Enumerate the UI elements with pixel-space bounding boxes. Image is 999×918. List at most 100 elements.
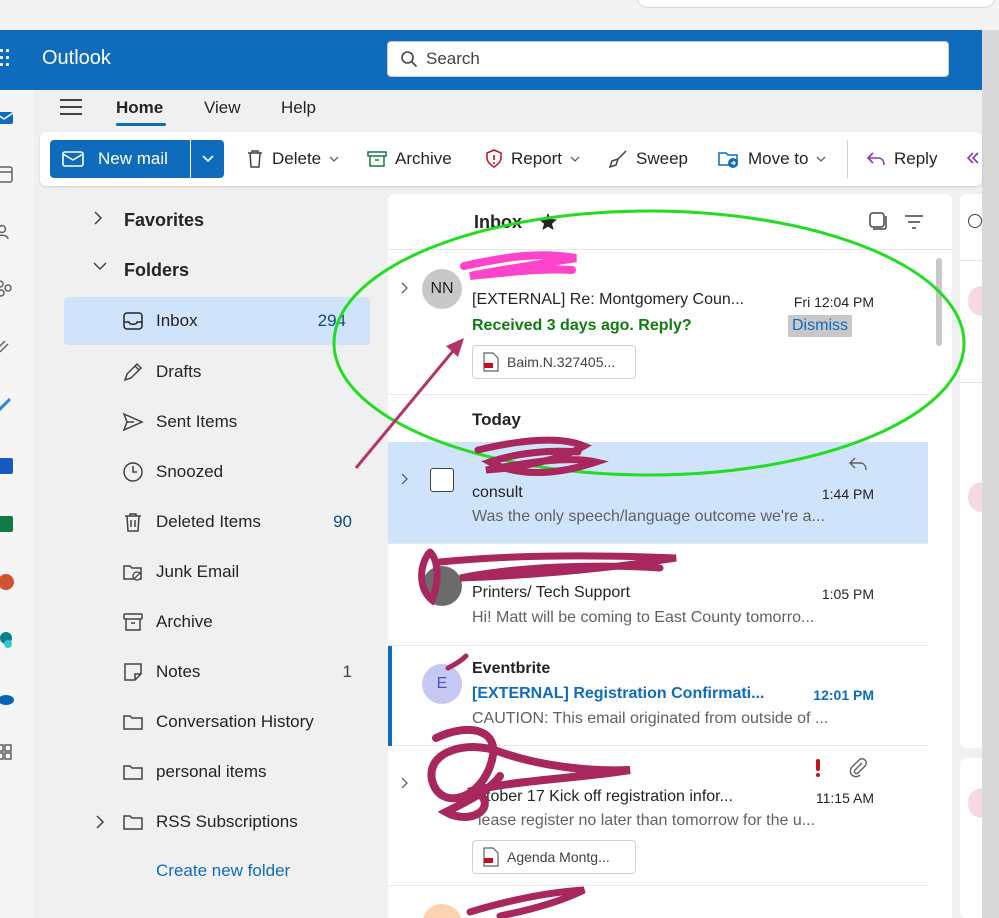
star-icon[interactable] [538, 212, 558, 232]
message-row[interactable] [388, 886, 928, 918]
trash-icon [125, 513, 141, 532]
favorites-header[interactable]: Favorites [34, 196, 384, 244]
groups-app-icon[interactable] [0, 278, 14, 298]
folder-notes[interactable]: Notes 1 [34, 648, 384, 696]
folder-conversation-history[interactable]: Conversation History [34, 698, 384, 746]
unread-indicator [388, 646, 392, 746]
folder-move-icon [718, 152, 738, 168]
word-app-icon[interactable] [0, 456, 14, 476]
chevron-right-icon[interactable] [400, 281, 410, 295]
avatar: NN [422, 269, 462, 309]
folder-pane: Favorites Folders Inbox 294 Drafts Sent … [34, 190, 384, 918]
folder-name: Notes [156, 662, 201, 681]
tab-help[interactable]: Help [281, 98, 316, 118]
new-mail-button[interactable]: New mail [50, 140, 190, 178]
powerpoint-app-icon[interactable] [0, 572, 14, 592]
message-row[interactable]: Printers/ Tech Support 1:05 PM Hi! Matt … [388, 544, 928, 646]
message-row-unread[interactable]: E Eventbrite [EXTERNAL] Registration Con… [388, 646, 928, 746]
dismiss-button[interactable]: Dismiss [788, 315, 852, 337]
folder-archive[interactable]: Archive [34, 598, 384, 646]
message-list-header: Inbox [388, 194, 952, 250]
tab-home[interactable]: Home [116, 98, 163, 118]
attachment-chip[interactable]: Baim.N.327405... [472, 345, 636, 379]
hamburger-menu-icon[interactable] [60, 99, 82, 117]
browser-address-pill[interactable] [636, 0, 996, 8]
folders-label: Folders [124, 259, 190, 280]
folder-name: personal items [156, 762, 267, 781]
people-app-icon[interactable] [0, 222, 14, 242]
folder-inbox[interactable]: Inbox 294 [64, 297, 370, 345]
message-row-selected[interactable]: consult 1:44 PM Was the only speech/lang… [388, 442, 928, 544]
delete-button[interactable]: Delete [246, 146, 339, 172]
search-box[interactable]: Search [387, 41, 949, 77]
sharepoint-app-icon[interactable] [0, 630, 14, 650]
create-new-folder-link[interactable]: Create new folder [156, 861, 290, 881]
attachment-app-icon[interactable] [0, 338, 14, 358]
folder-drafts[interactable]: Drafts [34, 348, 384, 396]
attachment-chip[interactable]: Agenda Montg... [472, 840, 636, 874]
attachment-name: Baim.N.327405... [507, 354, 616, 370]
select-all-icon[interactable] [868, 211, 888, 231]
archive-label: Archive [395, 149, 452, 168]
onedrive-app-icon[interactable] [0, 688, 14, 708]
reading-pane-lower [960, 758, 982, 918]
report-button[interactable]: Report [485, 146, 580, 172]
todo-app-icon[interactable] [0, 396, 14, 416]
message-subject: [EXTERNAL] Re: Montgomery Coun... [472, 291, 745, 308]
folder-snoozed[interactable]: Snoozed [34, 448, 384, 496]
avatar [968, 286, 982, 316]
clock-icon [123, 462, 143, 482]
folder-sent-items[interactable]: Sent Items [34, 398, 384, 446]
replied-icon [849, 457, 867, 471]
note-icon [124, 663, 142, 681]
message-row-nudge[interactable]: NN [EXTERNAL] Re: Montgomery Coun... Fri… [388, 251, 928, 395]
new-mail-dropdown[interactable] [191, 140, 224, 178]
folders-header[interactable]: Folders [34, 246, 384, 294]
attachment-name: Agenda Montg... [507, 849, 610, 865]
reply-icon [866, 152, 885, 166]
message-preview: Was the only speech/language outcome we'… [472, 508, 825, 525]
reply-all-icon[interactable] [966, 150, 982, 168]
chevron-right-icon[interactable] [400, 776, 410, 790]
search-placeholder: Search [426, 49, 480, 68]
browser-top-strip [0, 0, 999, 30]
chevron-down-icon [570, 156, 580, 162]
avatar [422, 904, 462, 918]
divider [960, 382, 982, 383]
chevron-down-icon [93, 262, 107, 271]
calendar-app-icon[interactable] [0, 164, 14, 184]
chevron-down-icon [201, 155, 214, 163]
app-rail [0, 90, 34, 918]
folder-rss-subscriptions[interactable]: RSS Subscriptions [34, 798, 384, 846]
folder-name: Sent Items [156, 412, 238, 431]
folder-personal-items[interactable]: personal items [34, 748, 384, 796]
avatar [968, 788, 982, 818]
unread-count: 90 [333, 512, 352, 531]
excel-app-icon[interactable] [0, 514, 14, 534]
message-list: Inbox NN [EXTERNAL] Re: Montgomery Coun.… [388, 194, 952, 918]
message-row[interactable]: ctober 17 Kick off registration infor...… [388, 746, 928, 886]
filter-icon[interactable] [904, 214, 924, 230]
scrollbar-thumb[interactable] [936, 258, 942, 346]
app-launcher-icon[interactable] [0, 49, 14, 71]
select-checkbox[interactable] [430, 468, 454, 492]
folder-name: Archive [156, 612, 213, 631]
mail-app-icon[interactable] [0, 108, 14, 128]
archive-icon [367, 151, 387, 167]
folder-deleted-items[interactable]: Deleted Items 90 [34, 498, 384, 546]
move-to-button[interactable]: Move to [718, 146, 826, 172]
junk-folder-icon [123, 565, 142, 581]
pdf-file-icon [483, 847, 499, 867]
folder-junk-email[interactable]: Junk Email [34, 548, 384, 596]
tab-view[interactable]: View [204, 98, 241, 118]
archive-button[interactable]: Archive [367, 146, 452, 172]
reply-label: Reply [894, 149, 938, 168]
message-subject: Printers/ Tech Support [472, 584, 631, 601]
chevron-right-icon[interactable] [400, 472, 410, 486]
archive-icon [123, 613, 143, 631]
more-apps-icon[interactable] [0, 742, 14, 762]
sweep-button[interactable]: Sweep [608, 146, 688, 172]
folder-name: Snoozed [156, 462, 224, 481]
reply-button[interactable]: Reply [866, 146, 937, 172]
folder-icon [123, 715, 143, 730]
